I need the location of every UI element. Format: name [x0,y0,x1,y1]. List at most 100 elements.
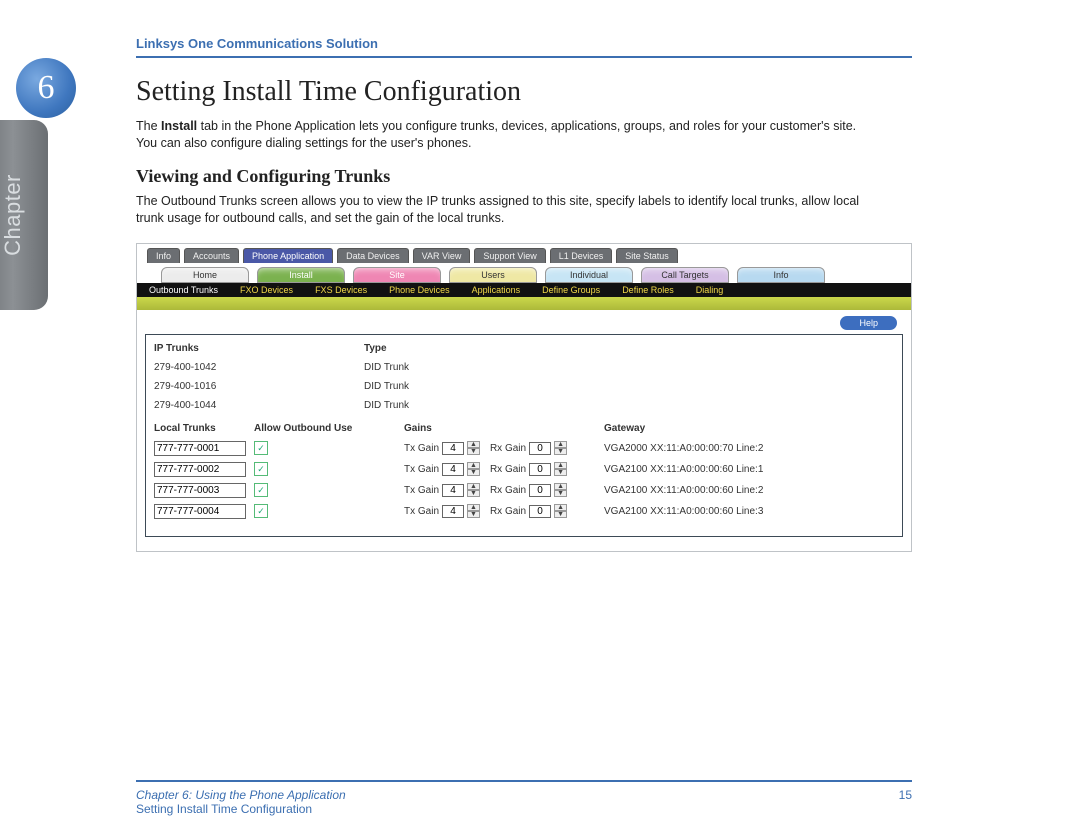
tx-gain-label: Tx Gain [404,464,439,475]
subnav-item[interactable]: FXS Devices [313,284,369,296]
top-tab[interactable]: Accounts [184,248,239,263]
sub-nav-bar: Outbound Trunks FXO Devices FXS Devices Pho… [137,283,911,297]
tx-gain-input[interactable] [442,484,464,497]
local-trunk-input[interactable] [154,462,246,477]
local-trunk-row: ✓Tx Gain▲▼Rx Gain▲▼VGA2100 XX:11:A0:00:0… [154,480,894,501]
local-trunk-input[interactable] [154,483,246,498]
gateway-cell: VGA2100 XX:11:A0:00:00:60 Line:3 [604,506,894,517]
top-tab[interactable]: Site Status [616,248,678,263]
embedded-screenshot: Info Accounts Phone Application Data Device… [136,243,912,552]
ip-trunk-row: 279-400-1042DID Trunk [154,358,894,377]
top-tab[interactable]: L1 Devices [550,248,613,263]
page-footer: Chapter 6: Using the Phone Application S… [136,788,912,816]
subsection-body: The Outbound Trunks screen allows you to… [136,193,876,227]
col-allow-outbound: Allow Outbound Use [254,423,404,434]
local-trunk-row: ✓ Tx Gain ▲▼ Rx Gain ▲▼ VGA2100 XX:11:A0:00:0… [154,501,894,522]
tab-site[interactable]: Site [353,267,441,283]
local-trunk-row: ✓ Tx Gain ▲▼ Rx Gain ▲▼ VGA2000 XX:11:A0:00:0… [154,438,894,459]
section-intro: The Install tab in the Phone Application… [136,118,876,152]
tx-gain-stepper[interactable]: ▲▼ [467,441,480,455]
col-gateway: Gateway [604,423,894,434]
rx-gain-input[interactable] [529,484,551,497]
intro-text-b: tab in the Phone Application lets you co… [136,119,856,150]
allow-outbound-checkbox[interactable]: ✓ [254,441,268,455]
tx-gain-stepper[interactable]: ▲▼ [467,483,480,497]
tx-gain-label: Tx Gain [404,506,439,517]
ip-trunk-type: DID Trunk [364,362,544,373]
header-rule [136,56,912,58]
subnav-item[interactable]: Define Groups [540,284,602,296]
intro-bold: Install [161,119,197,133]
top-tab[interactable]: VAR View [413,248,471,263]
rx-gain-input[interactable] [529,442,551,455]
subnav-item[interactable]: Dialing [694,284,726,296]
subnav-item[interactable]: Define Roles [620,284,676,296]
rx-gain-input[interactable] [529,505,551,518]
local-trunk-input[interactable] [154,504,246,519]
rx-gain-stepper[interactable]: ▲▼ [554,462,567,476]
ip-trunk-number: 279-400-1042 [154,362,364,373]
intro-text-a: The [136,119,161,133]
mid-tab-bar: Home Install Site Users Individual Call … [137,263,911,283]
col-local-trunks: Local Trunks [154,423,254,434]
tab-info[interactable]: Info [737,267,825,283]
rx-gain-stepper[interactable]: ▲▼ [554,483,567,497]
subsection-title: Viewing and Configuring Trunks [136,166,912,187]
tx-gain-stepper[interactable]: ▲▼ [467,504,480,518]
local-trunk-row: ✓Tx Gain▲▼Rx Gain▲▼VGA2100 XX:11:A0:00:0… [154,459,894,480]
help-strip: Help [137,310,911,334]
subnav-item[interactable]: Applications [470,284,523,296]
ip-trunk-type: DID Trunk [364,400,544,411]
top-tab[interactable]: Info [147,248,180,263]
trunks-panel: IP Trunks Type 279-400-1042DID Trunk279-… [145,334,903,537]
subnav-item[interactable]: Phone Devices [387,284,452,296]
tab-install[interactable]: Install [257,267,345,283]
ip-trunk-number: 279-400-1016 [154,381,364,392]
chapter-side-tab-label: Chapter [0,174,26,256]
col-ip-trunks: IP Trunks [154,343,364,354]
rx-gain-stepper[interactable]: ▲▼ [554,504,567,518]
ip-trunk-row: 279-400-1044DID Trunk [154,396,894,415]
sub-nav-accent [137,297,911,310]
local-trunk-input[interactable] [154,441,246,456]
col-type: Type [364,343,544,354]
subnav-item[interactable]: Outbound Trunks [147,284,220,296]
page-number: 15 [899,788,912,802]
top-tab[interactable]: Support View [474,248,545,263]
chapter-number-badge: 6 [16,58,76,118]
rx-gain-label: Rx Gain [490,443,526,454]
tx-gain-label: Tx Gain [404,443,439,454]
col-gains: Gains [404,423,604,434]
tx-gain-input[interactable] [442,505,464,518]
rx-gain-label: Rx Gain [490,485,526,496]
help-button[interactable]: Help [840,316,897,330]
allow-outbound-checkbox[interactable]: ✓ [254,462,268,476]
tx-gain-input[interactable] [442,463,464,476]
footer-chapter-ref: Chapter 6: Using the Phone Application [136,788,346,802]
section-title: Setting Install Time Configuration [136,76,912,108]
top-tab-bar: Info Accounts Phone Application Data Device… [137,248,911,263]
gateway-cell: VGA2100 XX:11:A0:00:00:60 Line:2 [604,485,894,496]
tab-home[interactable]: Home [161,267,249,283]
tx-gain-input[interactable] [442,442,464,455]
rx-gain-label: Rx Gain [490,506,526,517]
top-tab[interactable]: Phone Application [243,248,333,263]
subnav-item[interactable]: FXO Devices [238,284,295,296]
allow-outbound-checkbox[interactable]: ✓ [254,504,268,518]
rx-gain-input[interactable] [529,463,551,476]
rx-gain-stepper[interactable]: ▲▼ [554,441,567,455]
top-tab[interactable]: Data Devices [337,248,409,263]
allow-outbound-checkbox[interactable]: ✓ [254,483,268,497]
rx-gain-label: Rx Gain [490,464,526,475]
tx-gain-stepper[interactable]: ▲▼ [467,462,480,476]
gateway-cell: VGA2000 XX:11:A0:00:00:70 Line:2 [604,443,894,454]
tab-call-targets[interactable]: Call Targets [641,267,729,283]
tab-users[interactable]: Users [449,267,537,283]
ip-trunk-type: DID Trunk [364,381,544,392]
ip-trunk-number: 279-400-1044 [154,400,364,411]
tab-individual[interactable]: Individual [545,267,633,283]
chapter-side-tab: Chapter [0,120,48,310]
footer-section-ref: Setting Install Time Configuration [136,802,346,816]
ip-trunk-row: 279-400-1016DID Trunk [154,377,894,396]
footer-rule [136,780,912,782]
